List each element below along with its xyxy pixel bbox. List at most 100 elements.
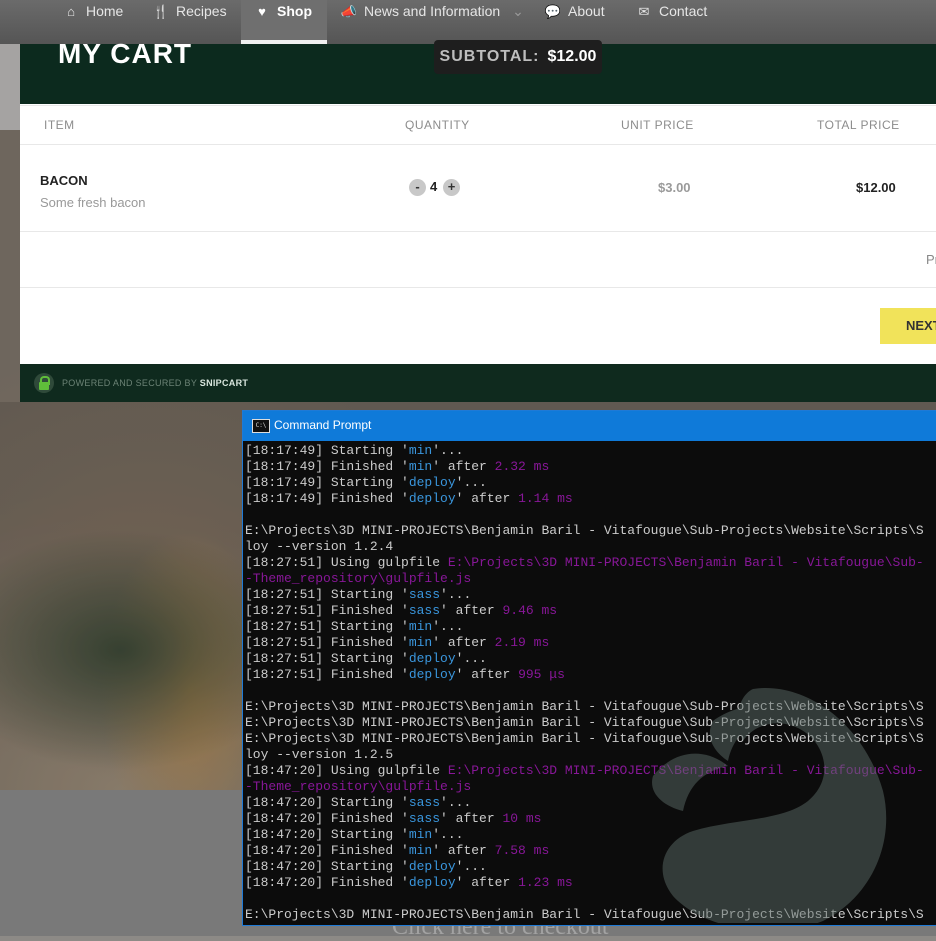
cmd-text: loy --version 1.2.4: [245, 539, 394, 554]
nav-label: About: [568, 3, 605, 19]
cmd-text: deploy: [408, 491, 456, 506]
nav-label: Recipes: [176, 3, 227, 19]
column-header-total-price: TOTAL PRICE: [817, 118, 900, 132]
cmd-text: ' after: [455, 491, 519, 506]
cmd-app-icon: C:\: [252, 419, 270, 433]
cmd-text: '...: [432, 827, 464, 842]
divider: [20, 287, 936, 288]
partial-text: Pr: [926, 252, 936, 267]
cmd-text: deploy: [408, 875, 456, 890]
cmd-text: [18:47:20] Starting ': [245, 795, 409, 810]
column-header-quantity: QUANTITY: [405, 118, 470, 132]
cart-footer: POWERED AND SECURED BY SNIPCART: [20, 364, 936, 402]
cmd-text: 1.23 ms: [518, 875, 573, 890]
cmd-text: min: [408, 843, 433, 858]
next-button[interactable]: NEXT: [880, 308, 936, 344]
nav-label: Contact: [659, 3, 708, 19]
nav-item-shop[interactable]: ♥ Shop: [241, 0, 327, 44]
nav-item-contact[interactable]: ✉ Contact: [635, 0, 708, 44]
powered-by-text: POWERED AND SECURED BY: [62, 378, 197, 388]
cmd-text: [18:27:51] Finished ': [245, 667, 409, 682]
cmd-line: [18:17:49] Starting 'deploy'...: [245, 475, 936, 491]
subtotal-label: SUBTOTAL:: [439, 48, 540, 65]
quantity-value: 4: [430, 179, 438, 194]
cmd-output[interactable]: [18:17:49] Starting 'min'... [18:17:49] F…: [245, 443, 936, 923]
subtotal-value: $12.00: [547, 48, 597, 65]
cmd-text: [18:17:49] Starting ': [245, 443, 409, 458]
cart-header: MY CART SUBTOTAL: $12.00: [20, 38, 936, 104]
column-header-item: ITEM: [44, 118, 75, 132]
cmd-text: [18:47:20] Finished ': [245, 811, 409, 826]
cmd-text: -Theme_repository\gulpfile.js: [245, 779, 472, 794]
home-icon: ⌂: [67, 4, 75, 19]
cmd-text: ' after: [455, 667, 519, 682]
cmd-text: 9.46 ms: [502, 603, 558, 618]
cmd-text: 2.32 ms: [494, 459, 550, 474]
cmd-text: [18:27:51] Starting ': [245, 619, 409, 634]
cmd-line: [18:17:49] Finished 'min' after 2.32 ms: [245, 459, 936, 475]
cmd-window-title: Command Prompt: [274, 418, 372, 432]
cmd-text: 10 ms: [502, 811, 542, 826]
cmd-text: ' after: [455, 875, 519, 890]
divider: [20, 105, 936, 106]
cmd-line: loy --version 1.2.4: [245, 539, 936, 555]
cmd-line: [18:27:51] Finished 'min' after 2.19 ms: [245, 635, 936, 651]
nav-item-about[interactable]: 💬 About: [544, 0, 605, 44]
cmd-text: E:\Projects\3D MINI-PROJECTS\Benjamin Ba…: [447, 555, 924, 570]
divider: [20, 231, 936, 232]
nav-item-news[interactable]: 📣 News and Information ⌄: [340, 0, 524, 44]
powered-by: POWERED AND SECURED BY SNIPCART: [62, 378, 248, 388]
unit-price: $3.00: [658, 180, 691, 195]
cmd-text: deploy: [408, 859, 456, 874]
snipcart-brand[interactable]: SNIPCART: [200, 378, 248, 388]
cmd-text: [18:47:20] Starting ': [245, 827, 409, 842]
cmd-text: 7.58 ms: [494, 843, 550, 858]
nav-label: Shop: [277, 3, 312, 19]
cmd-text: loy --version 1.2.5: [245, 747, 394, 762]
cmd-line: [245, 507, 936, 523]
lock-icon: [34, 373, 54, 393]
column-header-unit-price: UNIT PRICE: [621, 118, 694, 132]
cmd-text: [18:27:51] Using gulpfile: [245, 555, 448, 570]
megaphone-icon: 📣: [340, 4, 358, 19]
cmd-text: [18:27:51] Finished ': [245, 603, 409, 618]
cmd-line: [18:27:51] Using gulpfile E:\Projects\3D…: [245, 555, 936, 571]
cmd-text: ' after: [440, 603, 503, 618]
cmd-text: '...: [455, 475, 487, 490]
cmd-text: [18:47:20] Finished ': [245, 843, 409, 858]
cmd-text: 2.19 ms: [494, 635, 550, 650]
cmd-text: ' after: [432, 459, 495, 474]
cmd-text: E:\Projects\3D MINI-PROJECTS\Benjamin Ba…: [245, 523, 924, 538]
quantity-increment-button[interactable]: +: [443, 179, 460, 196]
cmd-text: sass: [408, 795, 441, 810]
cmd-text: 995 μs: [518, 667, 565, 682]
nav-label: Home: [86, 3, 124, 19]
cmd-text: [18:47:20] Using gulpfile: [245, 763, 448, 778]
cmd-line: -Theme_repository\gulpfile.js: [245, 571, 936, 587]
item-description: Some fresh bacon: [40, 195, 146, 210]
vitafougue-logo-watermark: [652, 688, 887, 923]
total-price: $12.00: [856, 180, 896, 195]
cmd-text: '...: [432, 619, 464, 634]
cmd-text: [18:17:49] Finished ': [245, 459, 409, 474]
cmd-text: '...: [440, 587, 472, 602]
cmd-titlebar[interactable]: C:\ Command Prompt: [243, 411, 936, 441]
quantity-decrement-button[interactable]: -: [409, 179, 426, 196]
cmd-text: min: [408, 443, 433, 458]
cmd-text: '...: [432, 443, 464, 458]
cmd-text: deploy: [408, 667, 456, 682]
cmd-text: deploy: [408, 651, 456, 666]
nav-label: News and Information: [364, 3, 501, 19]
cmd-text: sass: [408, 587, 441, 602]
cmd-text: [18:17:49] Finished ': [245, 491, 409, 506]
cmd-text: [18:27:51] Starting ': [245, 587, 409, 602]
cmd-text: min: [408, 459, 433, 474]
cmd-text: sass: [408, 811, 441, 826]
cmd-text: -Theme_repository\gulpfile.js: [245, 571, 472, 586]
cmd-text: [18:47:20] Starting ': [245, 859, 409, 874]
subtotal-box: SUBTOTAL: $12.00: [434, 40, 602, 74]
heart-icon: ♥: [258, 4, 266, 19]
cmd-text: [18:27:51] Starting ': [245, 651, 409, 666]
cmd-text: '...: [455, 651, 487, 666]
cmd-text: ' after: [432, 843, 495, 858]
